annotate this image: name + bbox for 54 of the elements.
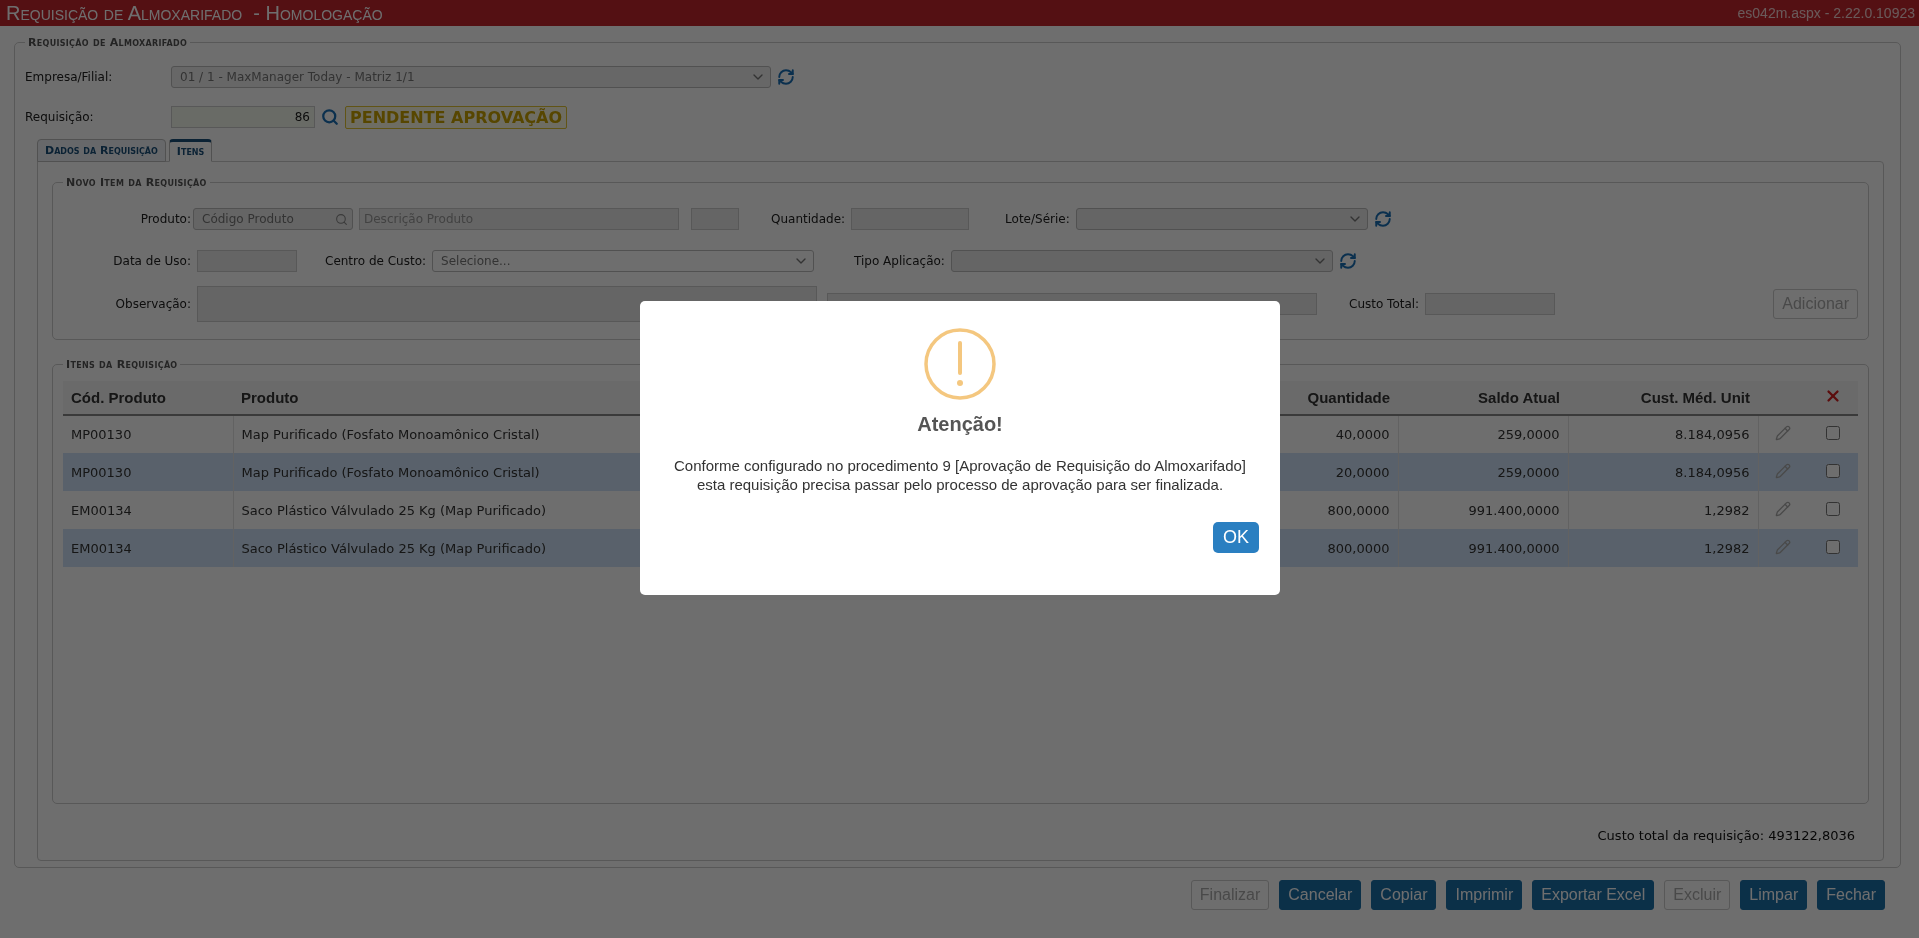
total-cost-text: Custo total da requisição: 493122,8036 — [1597, 828, 1855, 845]
table-cell: 991.400,0000 — [1398, 529, 1568, 567]
field-label: Observação: — [114, 297, 191, 311]
section-legend: Requisição de Almoxarifado — [25, 36, 191, 49]
tab[interactable]: Dados da Requisição — [37, 139, 166, 162]
status-badge: PENDENTE APROVAÇÃO — [345, 105, 568, 129]
dialog-title: Atenção! — [917, 413, 1003, 436]
field-label: Empresa/Filial: — [25, 70, 114, 84]
field-label: Produto: — [139, 212, 191, 226]
field-label: Lote/Série: — [1005, 212, 1070, 226]
action-button[interactable]: Fechar — [1817, 880, 1885, 910]
row-checkbox[interactable] — [1826, 463, 1840, 478]
action-button[interactable]: Limpar — [1740, 880, 1808, 910]
field-label: Quantidade: — [771, 212, 846, 226]
row-checkbox[interactable] — [1826, 426, 1840, 440]
column-header: Cód. Produto — [63, 381, 233, 415]
pencil-icon[interactable] — [1775, 500, 1792, 517]
refresh-icon[interactable] — [777, 68, 795, 86]
row-checkbox[interactable] — [1826, 501, 1840, 516]
ok-button[interactable]: OK — [1213, 522, 1259, 553]
tab[interactable]: Itens — [168, 139, 213, 162]
dialog-message: Conforme configurado no procedimento 9 [Aprovação de Requisição do Almoxarifado] — [674, 456, 1246, 475]
refresh-icon[interactable] — [1338, 252, 1357, 270]
column-header: Saldo Atual — [1398, 381, 1568, 415]
refresh-icon[interactable] — [1373, 210, 1392, 228]
field-label: Centro de Custo: — [325, 254, 427, 268]
requisition-field[interactable]: 86 — [171, 106, 315, 128]
action-button[interactable]: Cancelar — [1279, 880, 1362, 910]
pencil-icon[interactable] — [1775, 425, 1792, 441]
pencil-icon[interactable] — [1775, 538, 1792, 555]
section-legend: Itens da Requisição — [63, 358, 181, 371]
column-header: Cust. Méd. Unit — [1568, 381, 1758, 415]
application-type-select[interactable] — [950, 250, 1333, 272]
action-button[interactable]: Copiar — [1371, 880, 1437, 910]
dialog-message: esta requisição precisa passar pelo processo de aprovação para ser finalizada. — [696, 475, 1224, 494]
search-icon[interactable] — [321, 108, 339, 126]
field-label: Custo Total: — [1349, 297, 1420, 311]
field-label: Requisição: — [25, 110, 95, 124]
lot-select[interactable] — [1075, 208, 1368, 230]
row-checkbox[interactable] — [1826, 539, 1840, 554]
version-text: es042m.aspx - 2.22.0.10923 — [1737, 5, 1915, 21]
table-cell: EM00134 — [63, 529, 233, 567]
search-icon[interactable] — [335, 212, 348, 226]
page-title: Requisição de Almoxarifado - Homologação — [6, 1, 383, 25]
section-legend: Novo Item da Requisição — [63, 176, 210, 189]
delete-icon[interactable] — [1824, 387, 1842, 405]
field-label: Tipo Aplicação: — [854, 254, 945, 268]
warning-icon — [923, 327, 997, 401]
cost-center-select[interactable]: Selecione... — [432, 250, 815, 272]
field-label: Data de Uso: — [112, 254, 191, 268]
action-button[interactable]: Imprimir — [1446, 880, 1523, 910]
action-button[interactable]: Exportar Excel — [1532, 880, 1655, 910]
pencil-icon[interactable] — [1775, 462, 1792, 479]
table-cell: 1,2982 — [1568, 529, 1758, 567]
